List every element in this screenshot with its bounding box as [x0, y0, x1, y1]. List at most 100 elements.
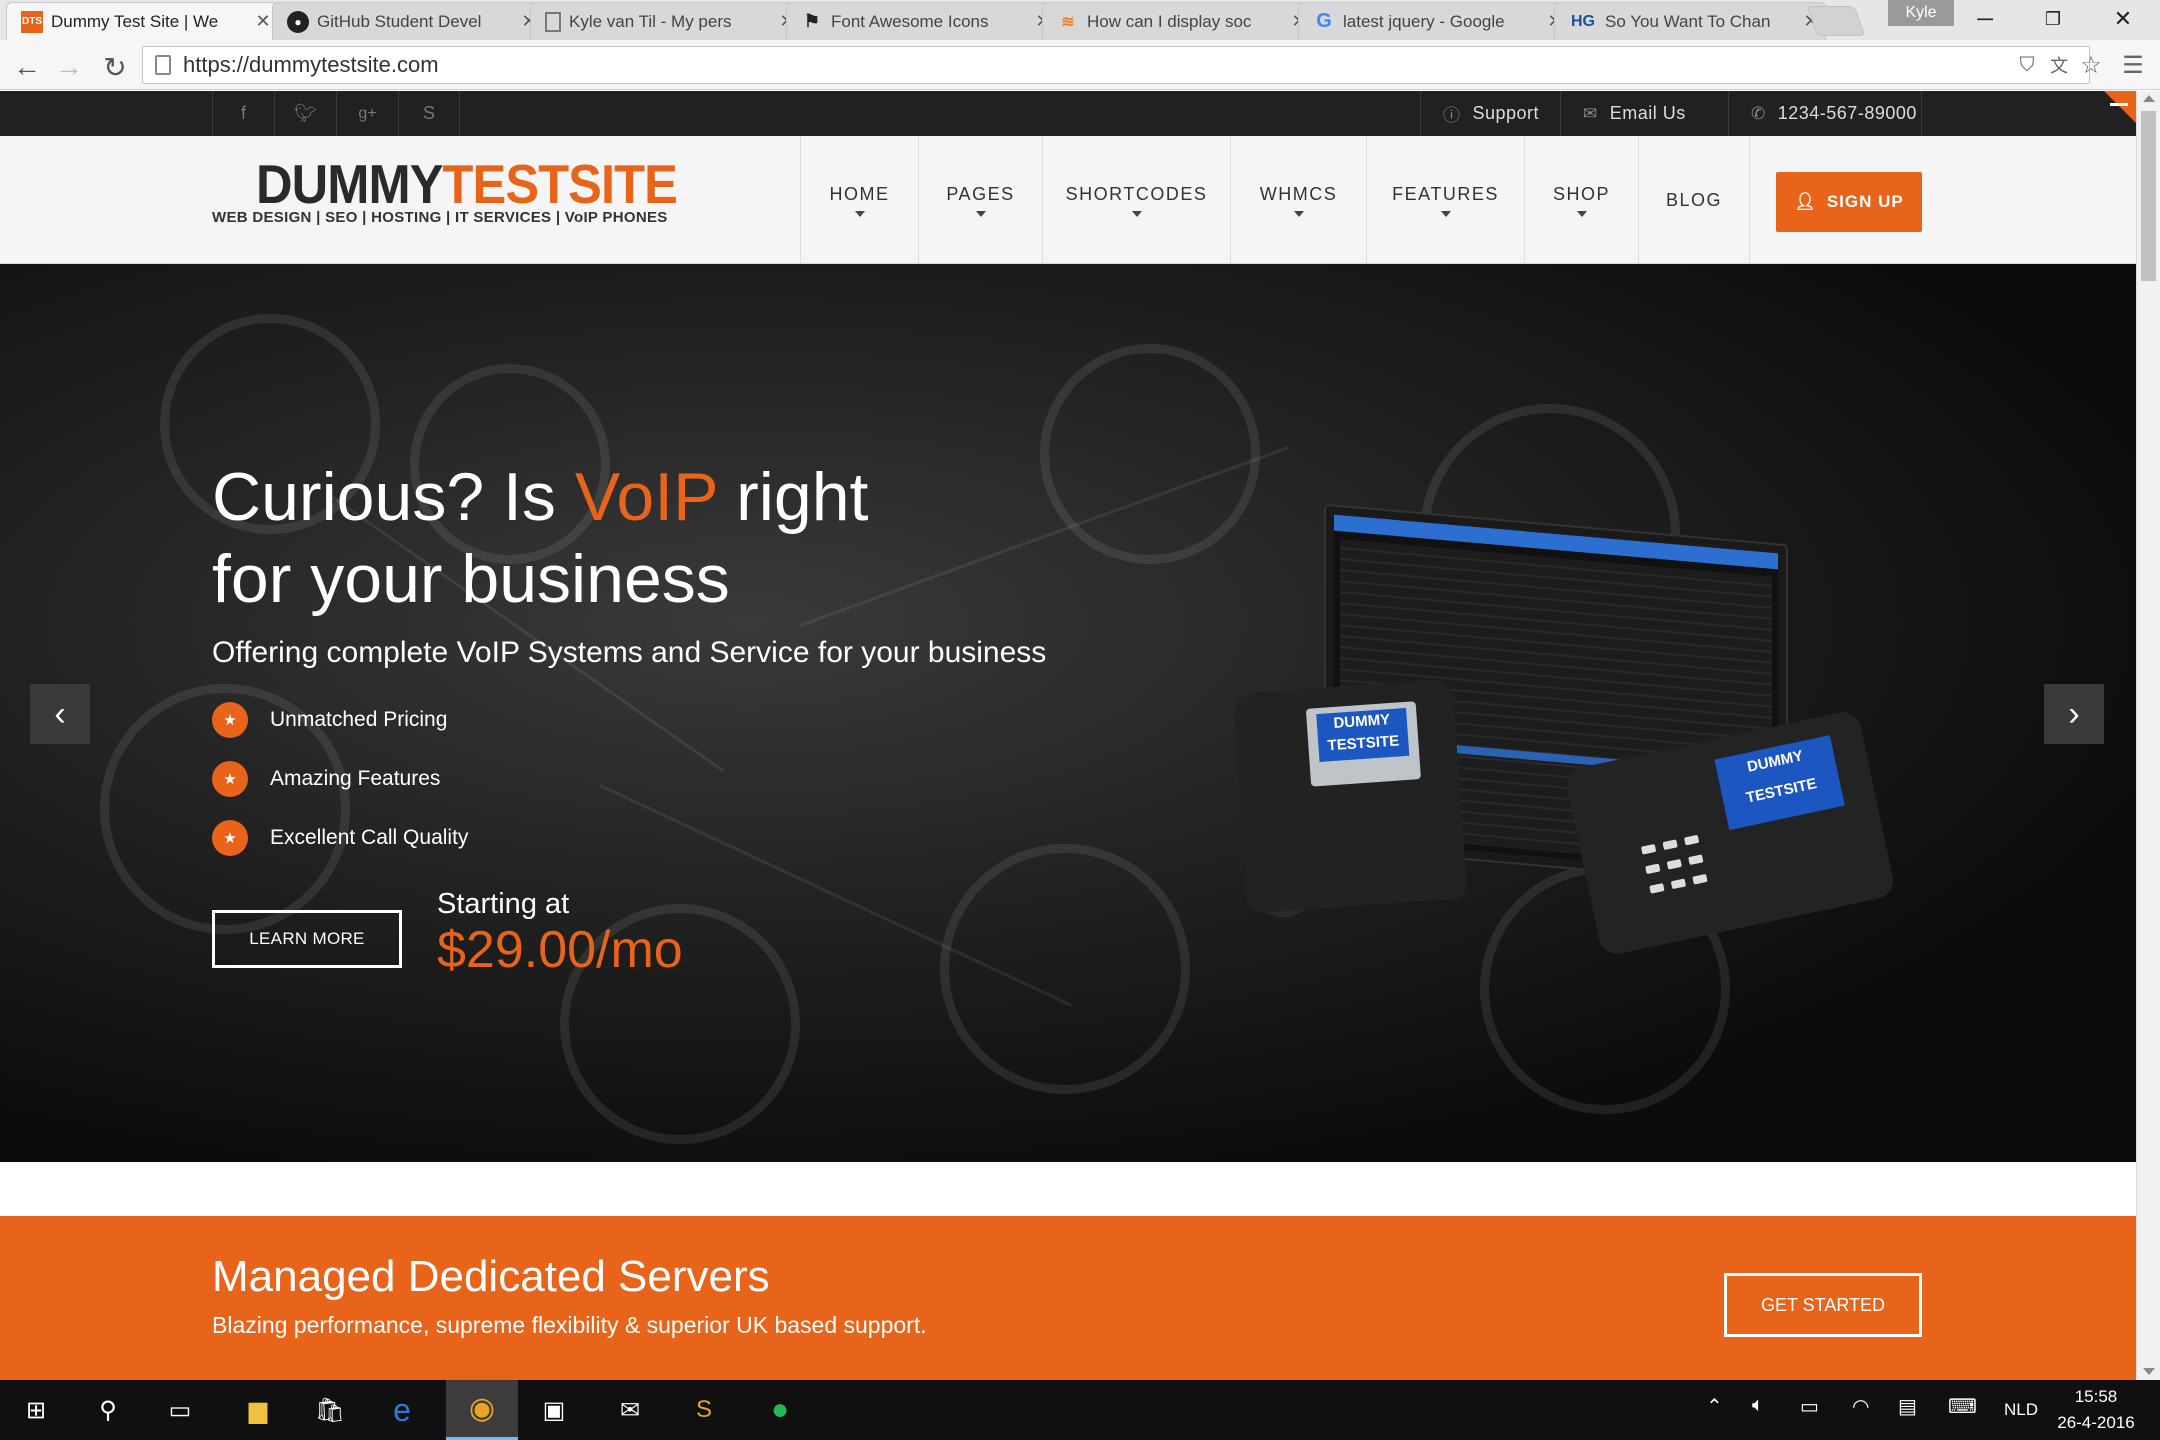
chevron-down-icon	[975, 210, 986, 217]
phone-key	[1662, 839, 1678, 851]
file-explorer-icon[interactable]: ▆	[222, 1380, 294, 1440]
page-scrollbar[interactable]	[2136, 91, 2160, 1381]
task-view-icon[interactable]: ▭	[144, 1380, 216, 1440]
scroll-down-icon[interactable]	[2143, 1368, 2155, 1375]
language-indicator[interactable]: NLD	[2004, 1400, 2038, 1420]
phone-key	[1666, 858, 1682, 870]
nav-features[interactable]: FEATURES	[1366, 136, 1524, 264]
hero-title-part: Curious? Is	[212, 459, 575, 535]
scrollbar-thumb[interactable]	[2141, 111, 2156, 281]
tab-dummy-test-site[interactable]: DTS Dummy Test Site | We ✕	[6, 2, 278, 40]
wifi-icon[interactable]: ◠	[1852, 1394, 1869, 1419]
bookmark-star-icon[interactable]: ☆	[2076, 50, 2106, 80]
email-link[interactable]: ✉ Email Us	[1560, 91, 1728, 136]
nav-label: HOME	[829, 183, 890, 204]
tab-font-awesome[interactable]: ⚑ Font Awesome Icons ✕	[786, 2, 1058, 40]
chrome-icon[interactable]: ◉	[446, 1380, 518, 1440]
sublime-icon[interactable]: S	[668, 1380, 740, 1440]
phone-key	[1683, 834, 1700, 846]
learn-more-button[interactable]: LEARN MORE	[212, 910, 402, 968]
nav-label: SHORTCODES	[1065, 183, 1208, 204]
nav-home[interactable]: HOME	[800, 136, 918, 264]
spotify-icon[interactable]: ●	[744, 1380, 816, 1440]
reload-icon[interactable]: ↻	[98, 50, 132, 84]
google-plus-icon[interactable]: g+	[336, 91, 398, 136]
nav-pages[interactable]: PAGES	[918, 136, 1042, 264]
clock[interactable]: 15:58 26-4-2016	[2046, 1384, 2146, 1436]
nav-blog[interactable]: BLOG	[1638, 136, 1750, 264]
back-icon[interactable]: ←	[10, 50, 44, 84]
phone-key	[1649, 883, 1665, 894]
star-icon: ★	[212, 761, 248, 797]
support-link[interactable]: ⓘ Support	[1420, 91, 1560, 136]
envelope-icon: ✉	[1583, 103, 1598, 123]
twitter-icon[interactable]: 🐦︎	[274, 91, 336, 136]
feature-item: ★ Unmatched Pricing	[212, 702, 447, 738]
shield-icon[interactable]: ⛉	[2012, 50, 2042, 80]
tab-title: Font Awesome Icons	[831, 11, 989, 31]
page-icon	[545, 11, 561, 32]
profile-button[interactable]: Kyle	[1888, 0, 1954, 26]
tab-google[interactable]: G latest jquery - Google ✕	[1298, 2, 1570, 40]
hg-icon: HG	[1571, 12, 1595, 30]
site-logo[interactable]: DUMMYTESTSITE	[256, 152, 678, 216]
nav-shortcodes[interactable]: SHORTCODES	[1042, 136, 1230, 264]
terminal-icon[interactable]: ▣	[518, 1380, 590, 1440]
logo-tagline: WEB DESIGN | SEO | HOSTING | IT SERVICES…	[212, 209, 668, 226]
notifications-icon[interactable]: ▤	[1898, 1394, 1917, 1419]
chevron-right-icon: ›	[2068, 694, 2080, 733]
menu-icon[interactable]: ☰	[2118, 50, 2148, 80]
user-icon: 👤︎	[1794, 192, 1817, 211]
translate-icon[interactable]: 文	[2044, 50, 2074, 80]
close-window-icon[interactable]: ✕	[2088, 0, 2158, 38]
keyboard-icon[interactable]: ⌨	[1948, 1394, 1977, 1419]
stackoverflow-icon: ≋	[1061, 13, 1075, 31]
search-circle-decoration	[1040, 344, 1260, 564]
phone-key	[1688, 854, 1704, 866]
feature-item: ★ Amazing Features	[212, 761, 440, 797]
tab-github[interactable]: ● GitHub Student Devel ✕	[272, 2, 544, 40]
phone-link[interactable]: ✆ 1234-567-89000	[1728, 91, 1922, 136]
tray-chevron-up-icon[interactable]: ⌃	[1706, 1394, 1723, 1419]
sign-up-button[interactable]: 👤︎ SIGN UP	[1776, 172, 1922, 232]
volume-icon[interactable]: 🔈︎	[1752, 1394, 1764, 1417]
nav-shop[interactable]: SHOP	[1524, 136, 1638, 264]
phone-screen-logo: DUMMY TESTSITE	[1316, 707, 1410, 763]
url-text: https://dummytestsite.com	[183, 52, 439, 77]
nav-whmcs[interactable]: WHMCS	[1230, 136, 1366, 264]
address-bar[interactable]: https://dummytestsite.com	[142, 46, 2090, 84]
slider-prev-button[interactable]: ‹	[30, 684, 90, 744]
nav-label: SHOP	[1552, 183, 1610, 204]
windows-start-icon[interactable]: ⊞	[0, 1380, 72, 1440]
mail-icon[interactable]: ✉	[594, 1380, 666, 1440]
facebook-icon[interactable]: f	[212, 91, 274, 136]
phone-icon: ✆	[1751, 103, 1766, 123]
tab-hg[interactable]: HG So You Want To Chan ✕	[1554, 2, 1826, 40]
forward-icon[interactable]: →	[52, 50, 86, 84]
restore-icon[interactable]: ❐	[2018, 0, 2088, 38]
get-started-button[interactable]: GET STARTED	[1724, 1273, 1922, 1337]
nav-label: PAGES	[946, 183, 1015, 204]
feature-label: Excellent Call Quality	[270, 826, 469, 849]
search-icon[interactable]: ⚲	[72, 1380, 144, 1440]
skype-icon[interactable]: S	[398, 91, 460, 136]
scroll-up-icon[interactable]	[2143, 95, 2155, 102]
slider-next-button[interactable]: ›	[2044, 684, 2104, 744]
tab-kyle[interactable]: Kyle van Til - My pers ✕	[530, 2, 802, 40]
page-icon	[155, 55, 171, 75]
store-icon[interactable]: 🛍︎	[294, 1380, 366, 1440]
hero-title-part: right	[717, 459, 869, 535]
phone-key	[1640, 843, 1657, 855]
battery-icon[interactable]: ▭	[1800, 1394, 1819, 1419]
feature-label: Amazing Features	[270, 767, 441, 790]
corner-dash-icon	[2110, 103, 2128, 106]
starting-at-label: Starting at	[437, 888, 570, 920]
phone-key	[1670, 878, 1687, 890]
info-icon: ⓘ	[1443, 106, 1461, 125]
nav-label: WHMCS	[1259, 183, 1338, 204]
phone-key	[1645, 863, 1661, 875]
tab-stackoverflow[interactable]: ≋ How can I display soc ✕	[1042, 2, 1314, 40]
minimize-icon[interactable]: ─	[1950, 0, 2020, 38]
edge-icon[interactable]: e	[366, 1380, 438, 1440]
tab-title: So You Want To Chan	[1605, 11, 1771, 31]
